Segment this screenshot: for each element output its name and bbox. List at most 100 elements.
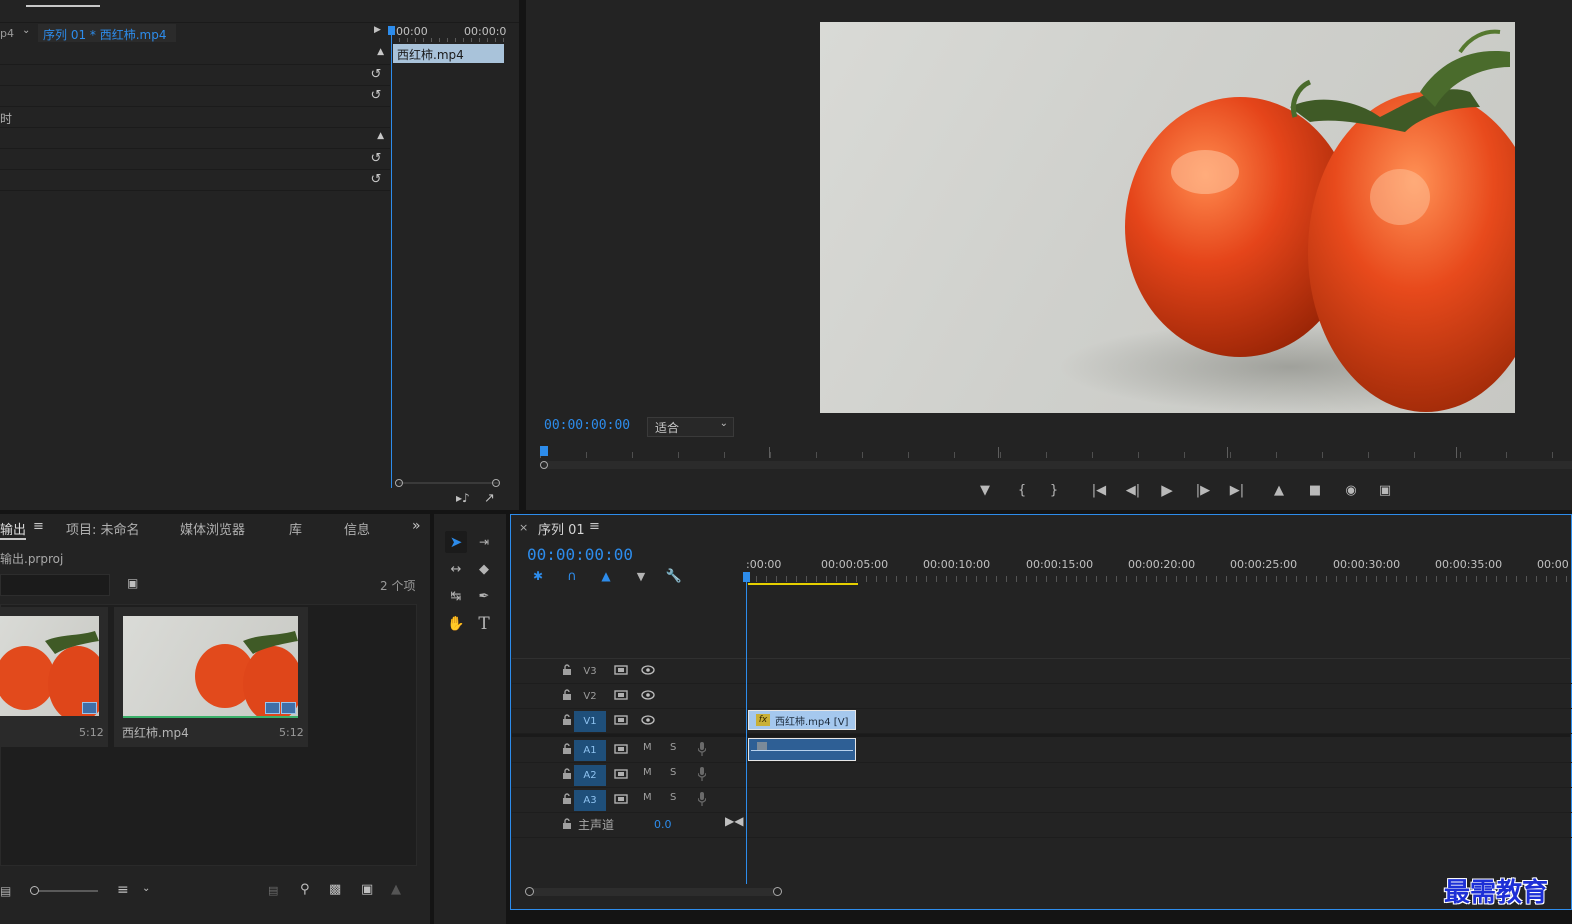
- program-timecode[interactable]: 00:00:00:00: [544, 418, 630, 433]
- pen-tool-icon[interactable]: ✒: [473, 587, 495, 605]
- tab-media-browser[interactable]: 媒体浏览器: [180, 519, 245, 538]
- scroll-handle-right[interactable]: [773, 887, 782, 896]
- thumbnail-zoom-slider[interactable]: [30, 890, 98, 892]
- eye-icon[interactable]: [641, 690, 655, 700]
- collapse-up-icon[interactable]: ▲: [377, 131, 384, 141]
- sync-lock-film-icon[interactable]: [614, 794, 628, 804]
- slip-tool-icon[interactable]: ↹: [445, 587, 467, 605]
- add-marker-icon[interactable]: ▼: [633, 568, 649, 584]
- lock-icon[interactable]: [562, 818, 572, 829]
- step-forward-button[interactable]: |▶: [1190, 478, 1216, 502]
- track-name[interactable]: V2: [574, 686, 606, 707]
- lock-icon[interactable]: [562, 714, 572, 725]
- reset-icon[interactable]: ↺: [368, 67, 384, 83]
- chevron-down-icon[interactable]: ⌄: [142, 883, 150, 894]
- sync-lock-film-icon[interactable]: [614, 715, 628, 725]
- nest-insert-icon[interactable]: ✱: [530, 568, 546, 584]
- track-master[interactable]: 主声道 0.0 ▶◀: [512, 813, 1572, 838]
- monitor-time-ruler[interactable]: [540, 444, 1572, 472]
- play-button[interactable]: ▶: [1154, 478, 1180, 502]
- lift-button[interactable]: ▲: [1266, 478, 1292, 502]
- track-a2[interactable]: A2 M S: [512, 763, 1572, 788]
- reset-icon[interactable]: ↺: [368, 151, 384, 167]
- playhead-handle[interactable]: [388, 26, 395, 35]
- mute-button[interactable]: M: [643, 792, 652, 803]
- find-icon[interactable]: ⚲: [300, 882, 310, 897]
- close-icon[interactable]: ×: [519, 521, 528, 534]
- microphone-icon[interactable]: [698, 767, 706, 781]
- project-search-input[interactable]: [0, 574, 110, 596]
- razor-tool-icon[interactable]: ◆: [473, 560, 495, 578]
- new-search-bin-icon[interactable]: ▣: [127, 576, 138, 590]
- solo-button[interactable]: S: [670, 767, 676, 778]
- ripple-edit-tool-icon[interactable]: ↔: [445, 560, 467, 578]
- lock-icon[interactable]: [562, 793, 572, 804]
- go-to-in-button[interactable]: |◀: [1086, 478, 1112, 502]
- project-item-clip[interactable]: 西红柿.mp4 5:12: [114, 607, 308, 747]
- sync-lock-film-icon[interactable]: [614, 690, 628, 700]
- microphone-icon[interactable]: [698, 792, 706, 806]
- lock-icon[interactable]: [562, 743, 572, 754]
- track-name[interactable]: A3: [574, 790, 606, 811]
- new-item-icon[interactable]: ▣: [361, 882, 373, 897]
- mini-time-ruler[interactable]: 00:00 00:00:0: [391, 22, 519, 42]
- mute-button[interactable]: M: [643, 742, 652, 753]
- zoom-scrollbar[interactable]: [395, 479, 503, 487]
- go-to-end-icon[interactable]: ▶◀: [725, 814, 743, 828]
- hand-tool-icon[interactable]: ✋: [445, 614, 467, 634]
- eye-icon[interactable]: [641, 715, 655, 725]
- chevron-down-icon[interactable]: ⌄: [22, 25, 30, 36]
- video-clip[interactable]: fx 西红柿.mp4 [V]: [748, 710, 856, 730]
- clip-bar[interactable]: 西红柿.mp4: [393, 44, 504, 63]
- track-name[interactable]: A2: [574, 765, 606, 786]
- type-tool-icon[interactable]: T: [473, 614, 495, 634]
- snap-magnet-icon[interactable]: ∩: [564, 568, 580, 584]
- compare-view-button[interactable]: ▣: [1372, 478, 1398, 502]
- reset-icon[interactable]: ↺: [368, 172, 384, 188]
- scroll-handle-right[interactable]: [492, 479, 500, 487]
- tab-output[interactable]: 输出: [0, 519, 26, 538]
- timeline-playhead-handle[interactable]: [743, 572, 750, 582]
- mark-in-button[interactable]: {: [1009, 478, 1035, 502]
- track-v3[interactable]: V3: [512, 659, 1572, 684]
- sort-icon[interactable]: ≡: [117, 882, 129, 898]
- panel-menu-icon[interactable]: ≡: [33, 519, 44, 534]
- work-area-bar[interactable]: [748, 583, 858, 585]
- sync-lock-film-icon[interactable]: [614, 769, 628, 779]
- extract-button[interactable]: ■: [1302, 478, 1328, 502]
- filter-audio-icon[interactable]: ▸♪: [456, 491, 470, 505]
- zoom-dropdown[interactable]: 适合 ⌄: [647, 417, 734, 437]
- lock-icon[interactable]: [562, 689, 572, 700]
- export-frame-camera-icon[interactable]: ◉: [1338, 478, 1364, 502]
- tab-project[interactable]: 项目: 未命名: [66, 519, 140, 538]
- track-select-forward-tool-icon[interactable]: ⇥: [473, 533, 495, 551]
- audio-clip[interactable]: [748, 738, 856, 761]
- mark-out-button[interactable]: }: [1041, 478, 1067, 502]
- list-view-icon[interactable]: ▤: [0, 884, 11, 898]
- fx-badge[interactable]: fx: [756, 714, 770, 726]
- microphone-icon[interactable]: [698, 742, 706, 756]
- tab-info[interactable]: 信息: [344, 519, 370, 538]
- panel-menu-icon[interactable]: ≡: [589, 519, 600, 534]
- sync-lock-film-icon[interactable]: [614, 744, 628, 754]
- track-name[interactable]: V3: [574, 661, 606, 682]
- reset-icon[interactable]: ↺: [368, 88, 384, 104]
- track-name[interactable]: A1: [574, 740, 606, 761]
- automate-sequence-icon[interactable]: ▤: [268, 884, 278, 897]
- master-volume-value[interactable]: 0.0: [654, 818, 672, 831]
- play-triangle-icon[interactable]: ▶: [374, 25, 381, 35]
- scroll-handle-left[interactable]: [395, 479, 403, 487]
- lock-icon[interactable]: [562, 768, 572, 779]
- timeline-playhead-line[interactable]: [746, 576, 747, 884]
- eye-icon[interactable]: [641, 665, 655, 675]
- export-icon[interactable]: ↗: [484, 491, 495, 506]
- playhead-handle[interactable]: [540, 446, 548, 456]
- track-a3[interactable]: A3 M S: [512, 788, 1572, 813]
- lock-icon[interactable]: [562, 664, 572, 675]
- wrench-settings-icon[interactable]: 🔧: [666, 568, 682, 584]
- tab-libraries[interactable]: 库: [289, 519, 302, 538]
- slider-handle[interactable]: [30, 886, 39, 895]
- step-back-button[interactable]: ◀|: [1120, 478, 1146, 502]
- linked-selection-icon[interactable]: ▲: [598, 568, 614, 584]
- scrub-handle[interactable]: [540, 461, 548, 469]
